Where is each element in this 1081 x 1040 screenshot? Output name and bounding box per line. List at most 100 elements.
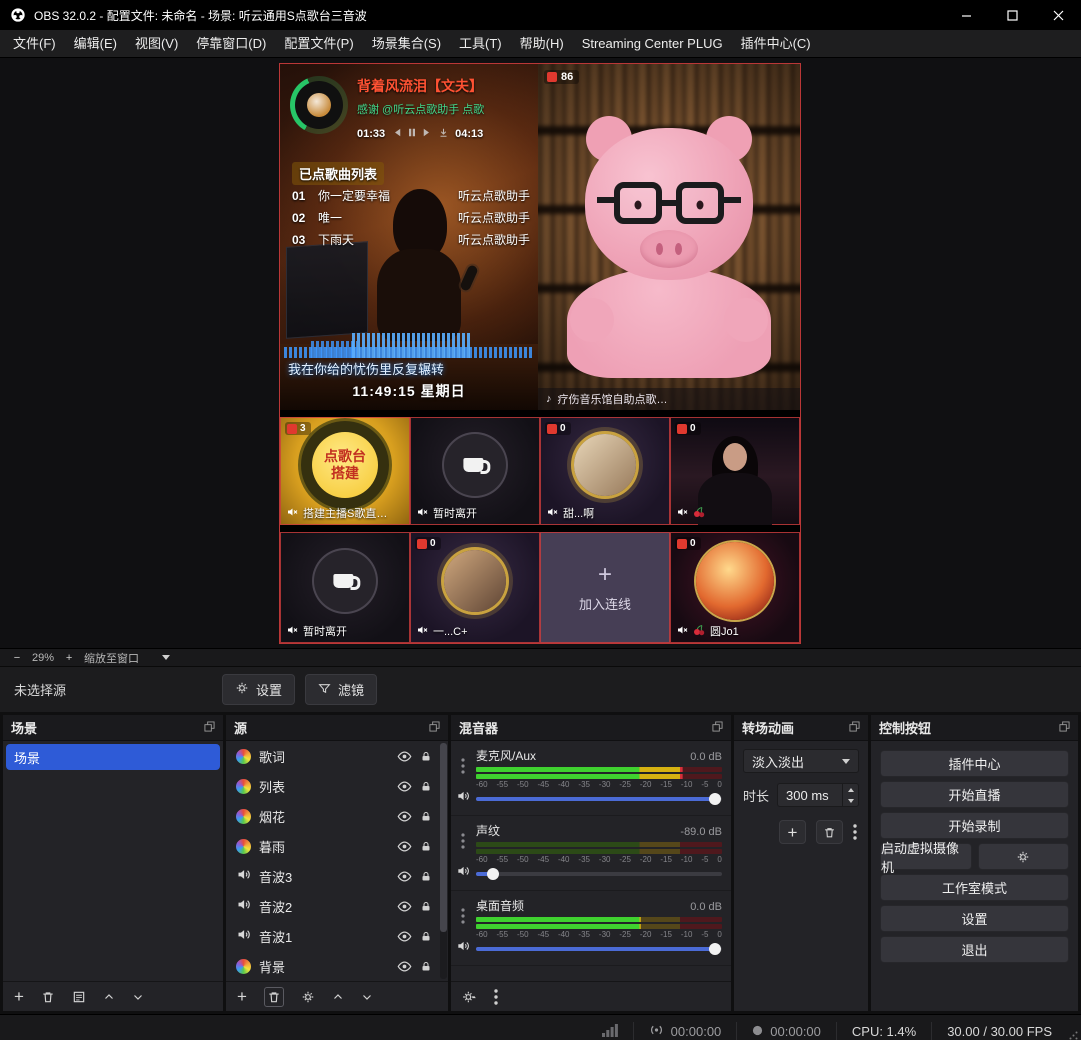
volume-slider[interactable] (476, 866, 722, 882)
popout-icon[interactable] (204, 720, 215, 735)
source-row[interactable]: 列表 (226, 771, 448, 801)
popout-icon[interactable] (1059, 720, 1070, 735)
source-row[interactable]: 烟花 (226, 801, 448, 831)
visibility-eye-icon[interactable] (397, 749, 412, 764)
popout-icon[interactable] (849, 720, 860, 735)
virtual-camera-settings-button[interactable] (978, 843, 1070, 870)
visibility-eye-icon[interactable] (397, 809, 412, 824)
popout-icon[interactable] (429, 720, 440, 735)
properties-button[interactable]: 设置 (222, 674, 295, 705)
source-properties-gear-icon[interactable] (301, 990, 315, 1004)
speaker-icon[interactable] (456, 939, 470, 958)
start-streaming-button[interactable]: 开始直播 (880, 781, 1069, 808)
strip-menu-icon[interactable] (461, 758, 465, 779)
visibility-eye-icon[interactable] (397, 869, 412, 884)
lock-icon[interactable] (420, 900, 432, 913)
move-source-down-button[interactable] (361, 991, 373, 1003)
volume-slider[interactable] (476, 791, 722, 807)
duration-spinbox[interactable]: 300 ms (777, 783, 859, 807)
strip-menu-icon[interactable] (461, 833, 465, 854)
speaker-icon[interactable] (456, 789, 470, 808)
lock-icon[interactable] (420, 750, 432, 763)
move-scene-up-button[interactable] (103, 991, 115, 1003)
scene-filters-icon[interactable] (72, 990, 86, 1004)
guest-tile[interactable]: 3 点歌台 搭建 搭建主播S歌直… (280, 417, 410, 525)
source-row[interactable]: 暮雨 (226, 831, 448, 861)
visibility-eye-icon[interactable] (397, 959, 412, 974)
settings-button[interactable]: 设置 (880, 905, 1069, 932)
zoom-dropdown-icon[interactable] (162, 655, 170, 660)
close-button[interactable] (1035, 0, 1081, 30)
guest-tile[interactable]: 0 (670, 417, 800, 525)
speaker-icon[interactable] (456, 864, 470, 883)
exit-button[interactable]: 退出 (880, 936, 1069, 963)
filters-button[interactable]: 滤镜 (305, 674, 377, 705)
spin-down-button[interactable] (843, 795, 858, 806)
guest-tile[interactable]: 0 圆Jo1 (670, 532, 800, 643)
volume-slider[interactable] (476, 941, 722, 957)
move-scene-down-button[interactable] (132, 991, 144, 1003)
zoom-in-button[interactable]: + (63, 652, 75, 664)
menu-plugin-center[interactable]: 插件中心(C) (732, 30, 820, 57)
guest-tile[interactable]: 0 一...C+ (410, 532, 540, 643)
resize-grip[interactable] (1069, 1027, 1078, 1040)
lock-icon[interactable] (420, 960, 432, 973)
remove-transition-button[interactable] (816, 820, 843, 844)
zoom-out-button[interactable]: − (11, 652, 23, 664)
add-transition-button[interactable]: + (779, 820, 806, 844)
menu-streaming-center[interactable]: Streaming Center PLUG (573, 30, 732, 57)
studio-mode-button[interactable]: 工作室模式 (880, 874, 1069, 901)
remove-source-button[interactable] (264, 987, 284, 1007)
visibility-eye-icon[interactable] (397, 779, 412, 794)
source-row[interactable]: 背景 (226, 951, 448, 981)
program-canvas[interactable]: 背着风流泪【文夫】 感谢 @听云点歌助手 点歌 01:33 04:13 (280, 64, 800, 643)
menu-file[interactable]: 文件(F) (4, 30, 65, 57)
muted-icon (416, 506, 428, 521)
guest-tile[interactable]: 暂时离开 (280, 532, 410, 643)
source-row[interactable]: 歌词 (226, 741, 448, 771)
move-source-up-button[interactable] (332, 991, 344, 1003)
transition-select[interactable]: 淡入淡出 (743, 749, 859, 773)
start-recording-button[interactable]: 开始录制 (880, 812, 1069, 839)
host-camera-feed[interactable]: 86 ♪ 疗伤音乐馆自助点歌… (538, 64, 800, 410)
scene-item-selected[interactable]: 场景 (6, 744, 220, 770)
add-source-button[interactable]: + (237, 988, 247, 1005)
advanced-audio-gear-icon[interactable] (462, 990, 477, 1004)
lock-icon[interactable] (420, 780, 432, 793)
maximize-button[interactable] (989, 0, 1035, 30)
fit-to-window-label[interactable]: 缩放至窗口 (84, 650, 139, 666)
plugin-center-button[interactable]: 插件中心 (880, 750, 1069, 777)
spin-up-button[interactable] (843, 784, 858, 795)
start-virtual-camera-button[interactable]: 启动虚拟摄像机 (880, 843, 972, 870)
menu-profile[interactable]: 配置文件(P) (275, 30, 362, 57)
menu-docks[interactable]: 停靠窗口(D) (187, 30, 275, 57)
transition-menu-dots-icon[interactable] (853, 824, 857, 840)
song-player-feed[interactable]: 背着风流泪【文夫】 感谢 @听云点歌助手 点歌 01:33 04:13 (280, 64, 538, 410)
menu-edit[interactable]: 编辑(E) (65, 30, 126, 57)
visibility-eye-icon[interactable] (397, 839, 412, 854)
scrollbar[interactable] (440, 743, 447, 979)
menu-tools[interactable]: 工具(T) (450, 30, 511, 57)
source-row[interactable]: 音波3 (226, 861, 448, 891)
avatar (444, 550, 506, 612)
lock-icon[interactable] (420, 870, 432, 883)
source-row[interactable]: 音波1 (226, 921, 448, 951)
source-row[interactable]: 音波2 (226, 891, 448, 921)
menu-help[interactable]: 帮助(H) (511, 30, 573, 57)
minimize-button[interactable] (943, 0, 989, 30)
mixer-menu-dots-icon[interactable] (494, 989, 498, 1005)
join-slot-tile[interactable]: + 加入连线 (540, 532, 670, 643)
add-scene-button[interactable]: + (14, 988, 24, 1005)
lock-icon[interactable] (420, 930, 432, 943)
popout-icon[interactable] (712, 720, 723, 735)
menu-scene-collection[interactable]: 场景集合(S) (363, 30, 450, 57)
visibility-eye-icon[interactable] (397, 929, 412, 944)
visibility-eye-icon[interactable] (397, 899, 412, 914)
menu-view[interactable]: 视图(V) (126, 30, 187, 57)
guest-tile[interactable]: 暂时离开 (410, 417, 540, 525)
lock-icon[interactable] (420, 840, 432, 853)
lock-icon[interactable] (420, 810, 432, 823)
guest-tile[interactable]: 0 甜...啊 (540, 417, 670, 525)
strip-menu-icon[interactable] (461, 908, 465, 929)
remove-scene-button[interactable] (41, 990, 55, 1004)
